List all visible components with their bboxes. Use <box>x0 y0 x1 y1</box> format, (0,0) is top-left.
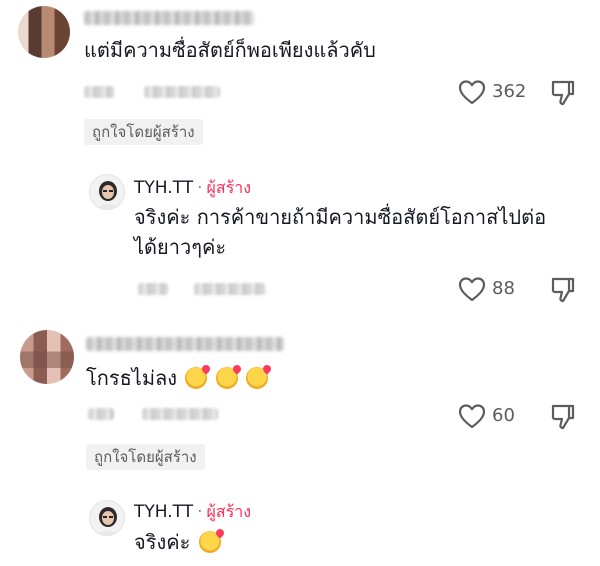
like-button[interactable] <box>458 79 486 105</box>
thumbs-down-icon <box>551 80 575 106</box>
dislike-button[interactable] <box>550 79 576 107</box>
reply-username[interactable]: TYH.TT <box>134 178 193 198</box>
reply-author: TYH.TT · ผู้สร้าง <box>134 500 251 525</box>
creator-avatar[interactable] <box>89 174 125 210</box>
liked-by-creator-badge: ถูกใจโดยผู้สร้าง <box>86 444 205 470</box>
reply-link-blurred[interactable] <box>144 86 220 98</box>
comment-text-label: โกรธไม่ลง <box>86 366 178 390</box>
timestamp-blurred <box>84 86 114 98</box>
creator-badge: ผู้สร้าง <box>206 178 252 197</box>
reply-author: TYH.TT · ผู้สร้าง <box>134 176 251 201</box>
avatar[interactable] <box>20 330 74 384</box>
smiling-face-with-hearts-icon <box>198 531 221 553</box>
comment-text: โกรธไม่ลง <box>86 363 269 393</box>
like-count: 362 <box>492 81 527 102</box>
timestamp-blurred <box>138 283 168 295</box>
creator-avatar[interactable] <box>89 500 125 536</box>
liked-by-creator-badge: ถูกใจโดยผู้สร้าง <box>84 119 203 145</box>
dislike-button[interactable] <box>550 403 576 431</box>
timestamp-blurred <box>88 408 114 420</box>
reply-link-blurred[interactable] <box>142 408 218 420</box>
smiling-face-with-hearts-icon <box>246 367 269 389</box>
heart-outline-icon <box>458 404 486 429</box>
smiling-face-with-hearts-icon <box>185 367 208 389</box>
thumbs-down-icon <box>551 277 575 303</box>
like-button[interactable] <box>458 276 486 302</box>
heart-outline-icon <box>458 80 486 105</box>
heart-outline-icon <box>458 277 486 302</box>
person-avatar-icon <box>97 181 119 209</box>
reply-text-line: จริงค่ะ การค้าขายถ้ามีความซื่อสัตย์โอกาส… <box>134 205 547 229</box>
separator-dot: · <box>197 178 203 198</box>
separator-dot: · <box>197 502 203 522</box>
like-count: 60 <box>492 405 515 426</box>
smiling-face-with-hearts-icon <box>215 367 238 389</box>
person-avatar-icon <box>97 507 119 535</box>
reply-link-blurred[interactable] <box>194 283 266 295</box>
reply-text: จริงค่ะ <box>134 527 221 557</box>
avatar[interactable] <box>18 6 70 58</box>
like-button[interactable] <box>458 403 486 429</box>
reply-username[interactable]: TYH.TT <box>134 502 193 522</box>
username-blurred[interactable] <box>86 337 284 351</box>
thumbs-down-icon <box>551 404 575 430</box>
username-blurred[interactable] <box>84 11 254 25</box>
comment-text: แต่มีความซื่อสัตย์ก็พอเพียงแล้วคับ <box>84 38 376 62</box>
creator-badge: ผู้สร้าง <box>206 502 252 521</box>
dislike-button[interactable] <box>550 276 576 304</box>
like-count: 88 <box>492 278 515 299</box>
reply-text-line: ได้ยาวๆค่ะ <box>134 235 227 259</box>
reply-text-label: จริงค่ะ <box>134 530 191 554</box>
